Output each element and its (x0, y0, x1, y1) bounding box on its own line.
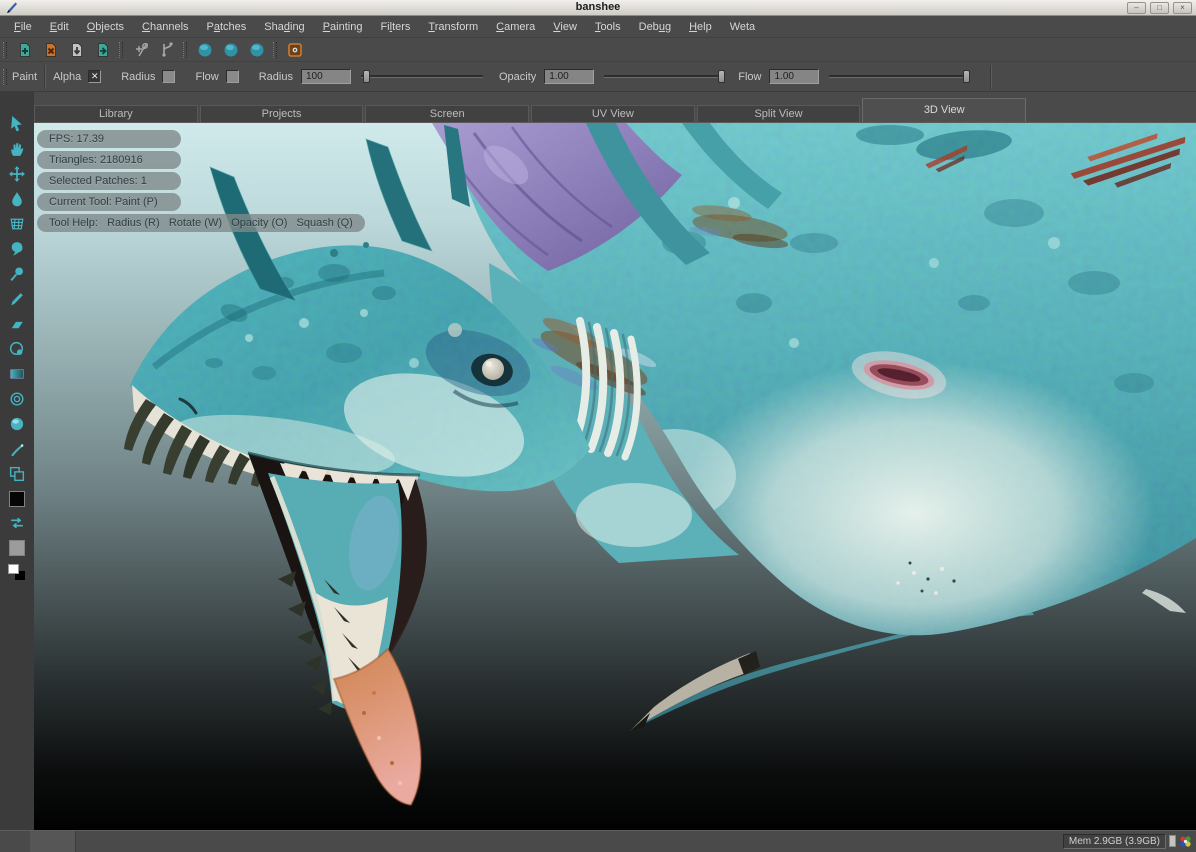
opacity-field[interactable]: 1.00 (544, 69, 594, 84)
warp-grid-tool-icon[interactable] (5, 212, 29, 236)
viewport-hud: FPS: 17.39 Triangles: 2180916 Selected Pat… (37, 130, 365, 235)
pan-tool-icon[interactable] (5, 137, 29, 161)
shading-sphere-flat-icon[interactable] (196, 41, 214, 59)
flow-checkbox[interactable] (226, 70, 239, 83)
hud-current-tool: Current Tool: Paint (P) (37, 193, 181, 211)
lighting-mode-icon[interactable] (286, 41, 304, 59)
menu-tools[interactable]: Tools (586, 17, 630, 37)
node-graph-icon[interactable] (158, 41, 176, 59)
paint-patch-tool-icon[interactable] (5, 237, 29, 261)
menu-help[interactable]: Help (680, 17, 721, 37)
status-left-box (30, 831, 76, 852)
menu-weta[interactable]: Weta (721, 17, 764, 37)
pin-tool-icon[interactable] (5, 262, 29, 286)
tool-palette (0, 92, 34, 830)
mirror-projection-icon[interactable] (132, 41, 150, 59)
close-button[interactable]: × (1173, 2, 1192, 14)
radius-checkbox-label: Radius (121, 71, 155, 83)
opacity-slider-handle[interactable] (718, 70, 725, 83)
window-titlebar[interactable]: banshee –□ × (0, 0, 1196, 16)
flow-slider-label: Flow (738, 71, 761, 83)
radius-slider-handle[interactable] (363, 70, 370, 83)
copy-patch-tool-icon[interactable] (5, 462, 29, 486)
status-grip (1169, 835, 1176, 847)
menu-transform[interactable]: Transform (419, 17, 487, 37)
hud-tool-help: Tool Help: Radius (R) Rotate (W) Opacity… (37, 214, 365, 232)
menu-painting[interactable]: Painting (314, 17, 372, 37)
separator (44, 65, 46, 89)
menu-camera[interactable]: Camera (487, 17, 544, 37)
menu-debug[interactable]: Debug (630, 17, 680, 37)
hud-triangles: Triangles: 2180916 (37, 151, 181, 169)
sphere-brush-tool-icon[interactable] (5, 412, 29, 436)
flow-slider[interactable] (829, 75, 967, 78)
menu-view[interactable]: View (544, 17, 586, 37)
maximize-button[interactable]: □ (1150, 2, 1169, 14)
flow-field[interactable]: 1.00 (769, 69, 819, 84)
move-tool-icon[interactable] (5, 162, 29, 186)
menu-filters[interactable]: Filters (371, 17, 419, 37)
blur-tool-icon[interactable] (5, 187, 29, 211)
shading-sphere-basic-icon[interactable] (222, 41, 240, 59)
viewport-3d[interactable]: FPS: 17.39 Triangles: 2180916 Selected Pat… (34, 122, 1196, 830)
pen-tool-icon[interactable] (5, 437, 29, 461)
radius-checkbox[interactable] (162, 70, 175, 83)
shading-sphere-full-icon[interactable] (248, 41, 266, 59)
save-project-icon[interactable] (68, 41, 86, 59)
flow-checkbox-label: Flow (195, 71, 218, 83)
smudge-tool-icon[interactable] (5, 387, 29, 411)
separator (990, 65, 992, 89)
menu-channels[interactable]: Channels (133, 17, 198, 37)
menu-bar: FileEditObjectsChannelsPatchesShadingPai… (0, 17, 1196, 38)
tab-screen[interactable]: Screen (365, 105, 529, 122)
paint-properties-bar: Paint Alpha ✕ Radius Flow Radius 100 Opacity 1… (0, 62, 1196, 92)
menu-patches[interactable]: Patches (198, 17, 256, 37)
minimize-button[interactable]: – (1127, 2, 1146, 14)
toolbar-grip[interactable] (273, 42, 277, 58)
active-tool-label: Paint (12, 71, 37, 83)
eraser-tool-icon[interactable] (5, 312, 29, 336)
toolbar-grip[interactable] (119, 42, 123, 58)
window-controls: –□ × (1127, 2, 1192, 14)
radius-slider[interactable] (361, 75, 483, 78)
flow-slider-handle[interactable] (963, 70, 970, 83)
toolbar-grip[interactable] (183, 42, 187, 58)
new-project-icon[interactable] (16, 41, 34, 59)
menu-objects[interactable]: Objects (78, 17, 133, 37)
main-toolbar (0, 38, 1196, 62)
radius-slider-label: Radius (259, 71, 293, 83)
export-project-icon[interactable] (94, 41, 112, 59)
opacity-slider[interactable] (604, 75, 722, 78)
menu-shading[interactable]: Shading (255, 17, 313, 37)
tab-split-view[interactable]: Split View (697, 105, 861, 122)
default-colors-swatch[interactable] (8, 564, 26, 580)
toolbar-grip[interactable] (3, 42, 7, 58)
background-color-swatch[interactable] (9, 540, 25, 556)
alpha-checkbox[interactable]: ✕ (88, 70, 101, 83)
tab-uv-view[interactable]: UV View (531, 105, 695, 122)
alpha-checkbox-label: Alpha (53, 71, 81, 83)
window-title: banshee (0, 0, 1196, 15)
view-tab-bar: LibraryProjectsScreenUV ViewSplit View3D… (34, 92, 1028, 122)
memory-usage: Mem 2.9GB (3.9GB) (1063, 834, 1166, 849)
hud-fps: FPS: 17.39 (37, 130, 181, 148)
paint-brush-tool-icon[interactable] (5, 287, 29, 311)
clone-stamp-tool-icon[interactable] (5, 337, 29, 361)
foreground-color-swatch[interactable] (9, 491, 25, 507)
gradient-tool-icon[interactable] (5, 362, 29, 386)
tab-3d-view[interactable]: 3D View (862, 98, 1026, 122)
select-tool-icon[interactable] (5, 112, 29, 136)
toolbar-grip[interactable] (3, 69, 7, 85)
radius-field[interactable]: 100 (301, 69, 351, 84)
opacity-slider-label: Opacity (499, 71, 536, 83)
rgb-indicator-icon[interactable] (1179, 835, 1192, 848)
tab-projects[interactable]: Projects (200, 105, 364, 122)
swap-colors-button[interactable] (5, 511, 29, 535)
tab-library[interactable]: Library (34, 105, 198, 122)
menu-file[interactable]: File (5, 17, 41, 37)
hud-selected-patches: Selected Patches: 1 (37, 172, 181, 190)
menu-edit[interactable]: Edit (41, 17, 78, 37)
close-project-icon[interactable] (42, 41, 60, 59)
status-bar: Mem 2.9GB (3.9GB) (0, 830, 1196, 852)
